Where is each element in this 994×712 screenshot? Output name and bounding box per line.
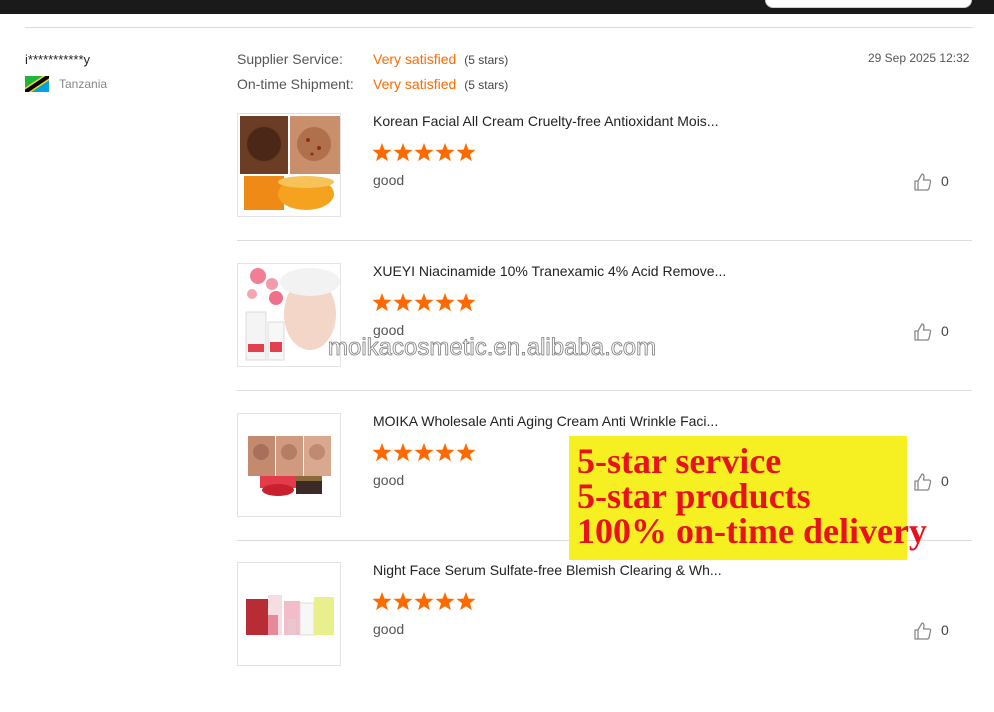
product-thumbnail[interactable] (237, 413, 341, 517)
supplier-service-label: Supplier Service: (237, 51, 343, 67)
thumbs-up-icon (914, 473, 932, 491)
star-icon (393, 592, 413, 611)
star-icon (435, 443, 455, 462)
product-title[interactable]: Night Face Serum Sulfate-free Blemish Cl… (373, 562, 722, 578)
watermark: moikacosmetic.en.alibaba.com (328, 334, 657, 362)
product-review-item: Korean Facial All Cream Cruelty-free Ant… (237, 113, 973, 263)
on-time-shipment-stars: (5 stars) (464, 78, 509, 92)
product-thumbnail[interactable] (237, 562, 341, 666)
product-thumbnail[interactable] (237, 263, 341, 367)
star-icon (372, 143, 392, 162)
top-divider (25, 27, 973, 28)
like-count: 0 (941, 323, 949, 339)
supplier-service-stars: (5 stars) (464, 53, 509, 67)
top-bar (0, 0, 994, 14)
divider (237, 240, 972, 241)
promo-line-service: 5-star service (577, 441, 782, 481)
star-rating (372, 592, 476, 611)
review-comment: good (373, 472, 405, 488)
star-icon (393, 143, 413, 162)
tanzania-flag-icon (25, 76, 49, 92)
divider (237, 390, 972, 391)
product-title[interactable]: XUEYI Niacinamide 10% Tranexamic 4% Acid… (373, 263, 726, 279)
star-icon (414, 143, 434, 162)
like-button[interactable]: 0 (913, 620, 953, 642)
star-icon (456, 293, 476, 312)
star-icon (435, 592, 455, 611)
promo-line-products: 5-star products (577, 476, 811, 516)
supplier-service-rating: Supplier Service: Very satisfied (5 stars) (237, 51, 508, 67)
review-comment: good (373, 621, 405, 637)
star-icon (435, 143, 455, 162)
product-title[interactable]: Korean Facial All Cream Cruelty-free Ant… (373, 113, 718, 129)
star-rating (372, 443, 476, 462)
product-thumbnail[interactable] (237, 113, 341, 217)
reviewer-name: i***********y (25, 52, 91, 67)
star-rating (372, 143, 476, 162)
reviewer-country: Tanzania (59, 77, 108, 91)
like-button[interactable]: 0 (913, 471, 953, 493)
supplier-service-value: Very satisfied (373, 51, 457, 67)
promo-line-delivery: 100% on-time delivery (577, 511, 927, 551)
star-icon (456, 143, 476, 162)
star-icon (393, 293, 413, 312)
review-comment: good (373, 172, 405, 188)
product-title[interactable]: MOIKA Wholesale Anti Aging Cream Anti Wr… (373, 413, 718, 429)
like-count: 0 (941, 622, 949, 638)
star-icon (372, 293, 392, 312)
product-review-item: Night Face Serum Sulfate-free Blemish Cl… (237, 562, 973, 712)
thumbs-up-icon (914, 323, 932, 341)
like-button[interactable]: 0 (913, 321, 953, 343)
star-icon (456, 592, 476, 611)
review-date: 29 Sep 2025 12:32 (868, 51, 970, 65)
star-icon (456, 443, 476, 462)
star-icon (393, 443, 413, 462)
on-time-shipment-label: On-time Shipment: (237, 76, 354, 92)
like-count: 0 (941, 173, 949, 189)
star-icon (435, 293, 455, 312)
like-button[interactable]: 0 (913, 171, 953, 193)
promo-banner: 5-star service 5-star products 100% on-t… (569, 436, 927, 560)
star-icon (414, 592, 434, 611)
star-icon (414, 443, 434, 462)
thumbs-up-icon (914, 173, 932, 191)
on-time-shipment-rating: On-time Shipment: Very satisfied (5 stars) (237, 76, 508, 92)
on-time-shipment-value: Very satisfied (373, 76, 457, 92)
star-icon (372, 443, 392, 462)
search-input[interactable] (765, 0, 972, 8)
star-icon (414, 293, 434, 312)
thumbs-up-icon (914, 622, 932, 640)
star-rating (372, 293, 476, 312)
like-count: 0 (941, 473, 949, 489)
star-icon (372, 592, 392, 611)
